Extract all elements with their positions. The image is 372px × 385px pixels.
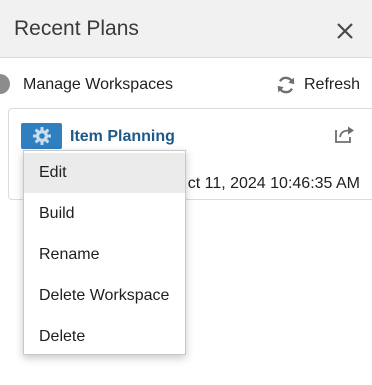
refresh-button[interactable]: Refresh xyxy=(275,73,360,97)
refresh-icon xyxy=(277,76,295,94)
menu-item-build[interactable]: Build xyxy=(24,194,185,234)
refresh-label: Refresh xyxy=(304,76,361,93)
menu-item-edit[interactable]: Edit xyxy=(24,153,185,193)
close-button[interactable] xyxy=(330,16,360,46)
close-icon xyxy=(337,23,353,39)
panel-title: Recent Plans xyxy=(14,17,139,40)
manage-workspaces-link[interactable]: Manage Workspaces xyxy=(23,76,173,94)
share-icon xyxy=(335,126,354,143)
gear-icon xyxy=(32,127,51,145)
panel-header: Recent Plans xyxy=(0,0,372,58)
plan-name-link[interactable]: Item Planning xyxy=(70,128,175,146)
plan-icon-button[interactable] xyxy=(21,123,62,149)
context-menu: Edit Build Rename Delete Workspace Delet… xyxy=(23,150,186,355)
menu-item-delete[interactable]: Delete xyxy=(24,317,185,357)
toolbar-indicator xyxy=(0,74,10,94)
menu-item-rename[interactable]: Rename xyxy=(24,235,185,275)
menu-item-delete-workspace[interactable]: Delete Workspace xyxy=(24,276,185,316)
share-button[interactable] xyxy=(333,124,355,144)
